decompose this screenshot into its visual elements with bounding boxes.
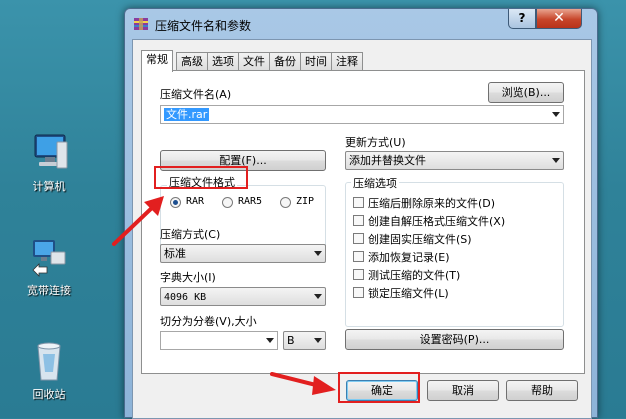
close-button[interactable]: ✕: [536, 9, 582, 29]
network-connection-icon: [27, 236, 71, 278]
dict-size-select[interactable]: 4096 KB: [160, 287, 326, 306]
chevron-down-icon: [552, 158, 560, 163]
tab-backup[interactable]: 备份: [269, 52, 301, 71]
recycle-bin-icon: [27, 340, 71, 382]
update-mode-label: 更新方式(U): [345, 136, 406, 149]
ok-highlight-box: [338, 372, 420, 403]
tab-comment[interactable]: 注释: [331, 52, 363, 71]
test-files-checkbox[interactable]: [353, 269, 364, 280]
archive-dialog: 压缩文件名和参数 ? ✕ 常规 高级 选项 文件 备份 时间 注释 压缩文件名(…: [124, 8, 598, 419]
tab-general[interactable]: 常规: [141, 50, 173, 72]
chevron-down-icon: [552, 112, 560, 117]
help-button[interactable]: 帮助: [506, 380, 578, 401]
solid-checkbox[interactable]: [353, 233, 364, 244]
window-title: 压缩文件名和参数: [155, 19, 252, 33]
general-tab-panel: 压缩文件名(A) 浏览(B)... 文件.rar 更新方式(U) 配置(F)..…: [141, 70, 585, 374]
winrar-icon: [133, 16, 149, 32]
chevron-down-icon: [266, 338, 274, 343]
method-select[interactable]: 标准: [160, 244, 326, 263]
sfx-checkbox[interactable]: [353, 215, 364, 226]
update-mode-select[interactable]: 添加并替换文件: [345, 151, 564, 170]
tab-strip: 常规 高级 选项 文件 备份 时间 注释: [141, 50, 363, 72]
help-icon: ?: [518, 11, 526, 25]
archive-name-label: 压缩文件名(A): [160, 88, 232, 101]
split-unit-value: B: [287, 334, 295, 347]
chevron-down-icon: [314, 338, 322, 343]
format-rar5-radio[interactable]: [222, 197, 233, 208]
split-unit-select[interactable]: B: [283, 331, 326, 350]
format-zip-label: ZIP: [296, 196, 315, 207]
split-volumes-label: 切分为分卷(V),大小: [160, 315, 257, 328]
browse-button[interactable]: 浏览(B)...: [488, 82, 564, 103]
lock-archive-label: 锁定压缩文件(L): [368, 287, 449, 300]
test-files-label: 测试压缩的文件(T): [368, 269, 461, 282]
dialog-client: 常规 高级 选项 文件 备份 时间 注释 压缩文件名(A) 浏览(B)... 文…: [132, 39, 592, 419]
dict-size-label: 字典大小(I): [160, 271, 216, 284]
arrow-to-format-icon: [112, 196, 164, 246]
recovery-record-label: 添加恢复记录(E): [368, 251, 450, 264]
dict-size-value: 4096 KB: [164, 292, 207, 303]
close-icon: ✕: [553, 10, 565, 26]
method-label: 压缩方式(C): [160, 228, 221, 241]
desktop-icon-label: 宽带连接: [27, 284, 71, 297]
recovery-record-checkbox[interactable]: [353, 251, 364, 262]
desktop-icon-computer[interactable]: 计算机: [14, 132, 84, 194]
delete-after-checkbox[interactable]: [353, 197, 364, 208]
format-zip-radio[interactable]: [280, 197, 291, 208]
help-title-button[interactable]: ?: [508, 9, 536, 29]
archive-name-value: 文件.rar: [164, 108, 210, 121]
chevron-down-icon: [314, 251, 322, 256]
options-group-label: 压缩选项: [351, 175, 399, 191]
archive-name-input[interactable]: 文件.rar: [160, 105, 564, 124]
format-highlight-box: [154, 166, 248, 189]
solid-label: 创建固实压缩文件(S): [368, 233, 472, 246]
format-rar-radio[interactable]: [170, 197, 181, 208]
chevron-down-icon: [314, 294, 322, 299]
desktop-icon-recycle-bin[interactable]: 回收站: [14, 340, 84, 402]
title-bar[interactable]: 压缩文件名和参数 ? ✕: [125, 9, 597, 39]
desktop-icon-network[interactable]: 宽带连接: [14, 236, 84, 298]
lock-archive-checkbox[interactable]: [353, 287, 364, 298]
split-size-input[interactable]: [160, 331, 278, 350]
tab-time[interactable]: 时间: [300, 52, 332, 71]
format-rar5-label: RAR5: [238, 196, 263, 207]
tab-options[interactable]: 选项: [207, 52, 239, 71]
tab-advanced[interactable]: 高级: [176, 52, 208, 71]
computer-icon: [27, 132, 71, 174]
cancel-button[interactable]: 取消: [427, 380, 499, 401]
desktop-icon-label: 回收站: [32, 388, 66, 401]
format-rar-label: RAR: [186, 196, 205, 207]
set-password-button[interactable]: 设置密码(P)...: [345, 329, 564, 350]
delete-after-label: 压缩后删除原来的文件(D): [368, 197, 496, 210]
desktop-icon-label: 计算机: [32, 180, 66, 193]
sfx-label: 创建自解压格式压缩文件(X): [368, 215, 506, 228]
update-mode-value: 添加并替换文件: [349, 154, 426, 167]
arrow-to-ok-icon: [270, 372, 336, 395]
tab-files[interactable]: 文件: [238, 52, 270, 71]
